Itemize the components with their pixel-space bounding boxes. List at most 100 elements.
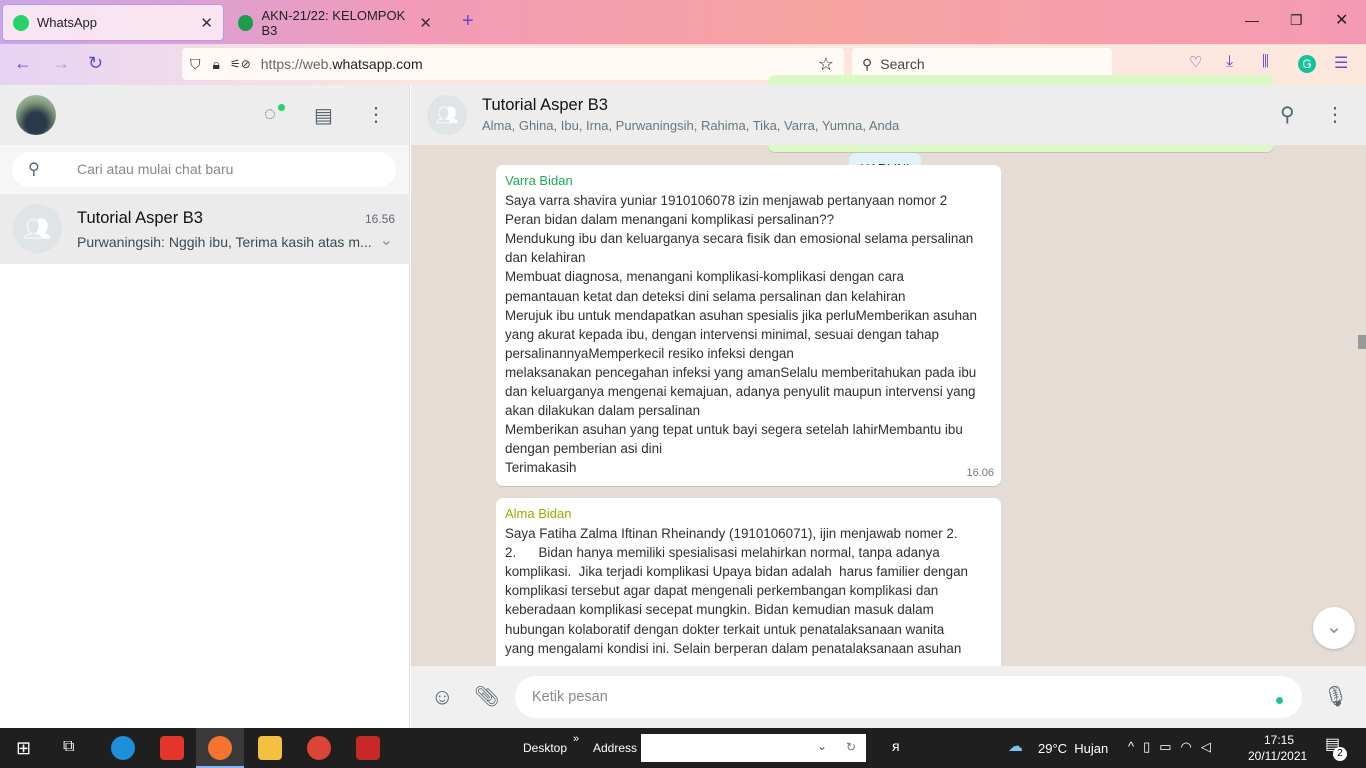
search-icon[interactable]: ⚲: [1280, 102, 1295, 127]
status-dot: [278, 104, 285, 111]
back-icon[interactable]: ←: [14, 53, 32, 74]
message-line: Saya varra shavira yuniar 1910106078 izi…: [505, 193, 948, 209]
message-line: Saya Fatiha Zalma Iftinan Rheinandy (191…: [505, 526, 958, 542]
menu-icon[interactable]: ⋮: [1325, 102, 1345, 127]
people-icon[interactable]: ᴙ: [892, 738, 900, 754]
menu-icon[interactable]: ☰: [1334, 53, 1348, 73]
file-explorer-icon[interactable]: [258, 736, 282, 760]
search-icon: ⚲: [862, 55, 873, 72]
tray-icons[interactable]: ^▯▭◠◁: [1128, 739, 1220, 755]
address-input[interactable]: ⌄ ↻: [641, 734, 866, 762]
tab-whatsapp[interactable]: WhatsApp ✕: [2, 4, 224, 41]
scrollbar-thumb[interactable]: [1358, 335, 1366, 349]
message-line: Peran bidan dalam menangani komplikasi p…: [505, 212, 835, 228]
message-sender: Varra Bidan: [505, 173, 573, 188]
pocket-icon[interactable]: ♡: [1189, 53, 1202, 71]
chat-time: 16.56: [364, 212, 395, 226]
edge-icon[interactable]: [111, 736, 135, 760]
browser-tab-bar: WhatsApp ✕ AKN-21/22: KELOMPOK B3 ✕ + — ❐ …: [0, 0, 1366, 44]
message-input[interactable]: Ketik pesan: [515, 676, 1302, 718]
app-icon[interactable]: [356, 736, 380, 760]
chat-list-panel: ◌ ▤ ⋮ ⚲ Cari atau mulai chat baru 👥︎ Tut…: [0, 85, 410, 728]
weather-icon: ☁: [1008, 738, 1023, 755]
message-line: dengan pemberian asi dini: [505, 441, 663, 457]
task-view-icon[interactable]: ⧉: [63, 738, 74, 756]
app-icon[interactable]: [160, 736, 184, 760]
menu-icon[interactable]: ⋮: [366, 102, 386, 127]
restore-button[interactable]: ❐: [1290, 12, 1303, 29]
message-bubble: Varra Bidan Saya varra shavira yuniar 19…: [496, 165, 1001, 486]
message-sender: Alma Bidan: [505, 506, 572, 521]
group-avatar-icon: 👥︎: [427, 95, 467, 135]
chat-search-input[interactable]: Cari atau mulai chat baru: [12, 152, 396, 187]
chrome-icon[interactable]: [307, 736, 331, 760]
chevron-down-icon[interactable]: ⌄: [817, 739, 827, 753]
message-line: Mendukung ibu dan keluarganya secara fis…: [505, 231, 974, 247]
message-text: Saya Fatiha Zalma Iftinan Rheinandy (191…: [505, 524, 992, 658]
microphone-icon[interactable]: 🎙︎: [1323, 684, 1348, 709]
close-window-button[interactable]: ✕: [1335, 10, 1348, 30]
message-line: hubungan kolaboratif dengan dokter terka…: [505, 621, 945, 637]
chat-list-item[interactable]: 👥︎ Tutorial Asper B3 16.56 Purwaningsih:…: [0, 194, 410, 264]
permissions-icon[interactable]: ⚟⊘: [230, 57, 251, 71]
scroll-down-button[interactable]: ⌄: [1313, 607, 1355, 649]
url-bar[interactable]: ⛉ 🔒︎ ⚟⊘ https://web. whatsapp.com ☆: [182, 48, 844, 80]
url-domain: whatsapp.com: [332, 56, 423, 72]
url-prefix: https://web.: [260, 56, 333, 72]
lock-icon: 🔒︎: [212, 55, 220, 72]
message-line: pemantauan ketat dan deteksi dini selama…: [505, 288, 906, 304]
download-icon[interactable]: ⤓: [1226, 53, 1233, 71]
weather-text[interactable]: 29°C Hujan: [1038, 741, 1108, 756]
chevron-down-icon[interactable]: ⌄: [380, 230, 393, 250]
taskbar: ⊞ ⧉ Desktop » Address ⌄ ↻ ᴙ ☁ 29°C Hujan …: [0, 728, 1366, 768]
address-label: Address: [593, 741, 638, 755]
message-line: melaksanakan pencegahan infeksi yang ama…: [505, 364, 977, 380]
new-chat-icon[interactable]: ▤: [314, 103, 333, 128]
whatsapp-icon: [13, 14, 29, 31]
message-line: yang akurat kepada ibu, dengan intervens…: [505, 326, 939, 342]
library-icon[interactable]: ⫼: [1262, 53, 1269, 70]
chevron-icon[interactable]: »: [573, 733, 579, 745]
bookmark-star-icon[interactable]: ☆: [818, 54, 834, 75]
tab-akn[interactable]: AKN-21/22: KELOMPOK B3 ✕: [228, 4, 442, 41]
tab-label: AKN-21/22: KELOMPOK B3: [261, 7, 406, 38]
message-time: 16.06: [966, 466, 994, 479]
close-tab-icon[interactable]: ✕: [419, 14, 432, 32]
message-text: Saya varra shavira yuniar 1910106078 izi…: [505, 191, 992, 477]
windows-start-icon[interactable]: ⊞: [16, 738, 31, 759]
chat-name: Tutorial Asper B3: [77, 209, 203, 227]
conversation-panel: 16.06 HARI INI Varra Bidan Saya varra sh…: [411, 75, 1366, 728]
message-line: keberadaan komplikasi secepat mungkin. B…: [505, 602, 934, 618]
message-line: Terimakasih: [505, 460, 577, 476]
message-line: komplikasi tersebut agar dapat mengenali…: [505, 583, 939, 599]
conversation-header[interactable]: 👥︎ Tutorial Asper B3 Alma, Ghina, Ibu, I…: [411, 85, 1366, 145]
grammarly-dot: [1276, 697, 1283, 704]
sidebar-header: ◌ ▤ ⋮: [0, 85, 409, 145]
message-line: persalinannyaMemperkecil resiko infeksi …: [505, 345, 794, 361]
message-line: Membuat diagnosa, menangani komplikasi-k…: [505, 269, 904, 285]
desktop-toolbar[interactable]: Desktop: [523, 741, 567, 755]
message-line: Merujuk ibu untuk mendapatkan asuhan spe…: [505, 307, 977, 323]
grammarly-icon[interactable]: G: [1298, 55, 1316, 73]
refresh-icon[interactable]: ↻: [846, 740, 856, 754]
emoji-icon[interactable]: ☺: [431, 684, 453, 710]
avatar[interactable]: [16, 95, 56, 135]
tab-label: WhatsApp: [37, 15, 97, 30]
message-line: yang mengalami kondisi ini. Selain berpe…: [505, 640, 962, 656]
status-icon[interactable]: ◌: [264, 103, 276, 126]
message-line: akan dilakukan dalam persalinan: [505, 403, 701, 419]
reload-icon[interactable]: ↻: [88, 53, 103, 74]
firefox-taskbar-button[interactable]: [196, 728, 244, 768]
clock-time[interactable]: 17:15: [1264, 733, 1294, 747]
group-avatar-icon: 👥︎: [13, 204, 62, 253]
minimize-button[interactable]: —: [1245, 12, 1259, 28]
message-line: dan kelahiran: [505, 250, 586, 266]
firefox-icon: [208, 736, 232, 760]
new-tab-button[interactable]: +: [462, 10, 474, 33]
clock-date[interactable]: 20/11/2021: [1248, 749, 1307, 763]
attach-icon[interactable]: 📎︎: [474, 684, 499, 709]
forward-icon[interactable]: →: [52, 53, 70, 74]
message-line: 2. Bidan hanya memiliki spesialisasi mel…: [505, 545, 940, 561]
shield-icon: ⛉: [190, 55, 201, 72]
close-tab-icon[interactable]: ✕: [200, 14, 213, 32]
